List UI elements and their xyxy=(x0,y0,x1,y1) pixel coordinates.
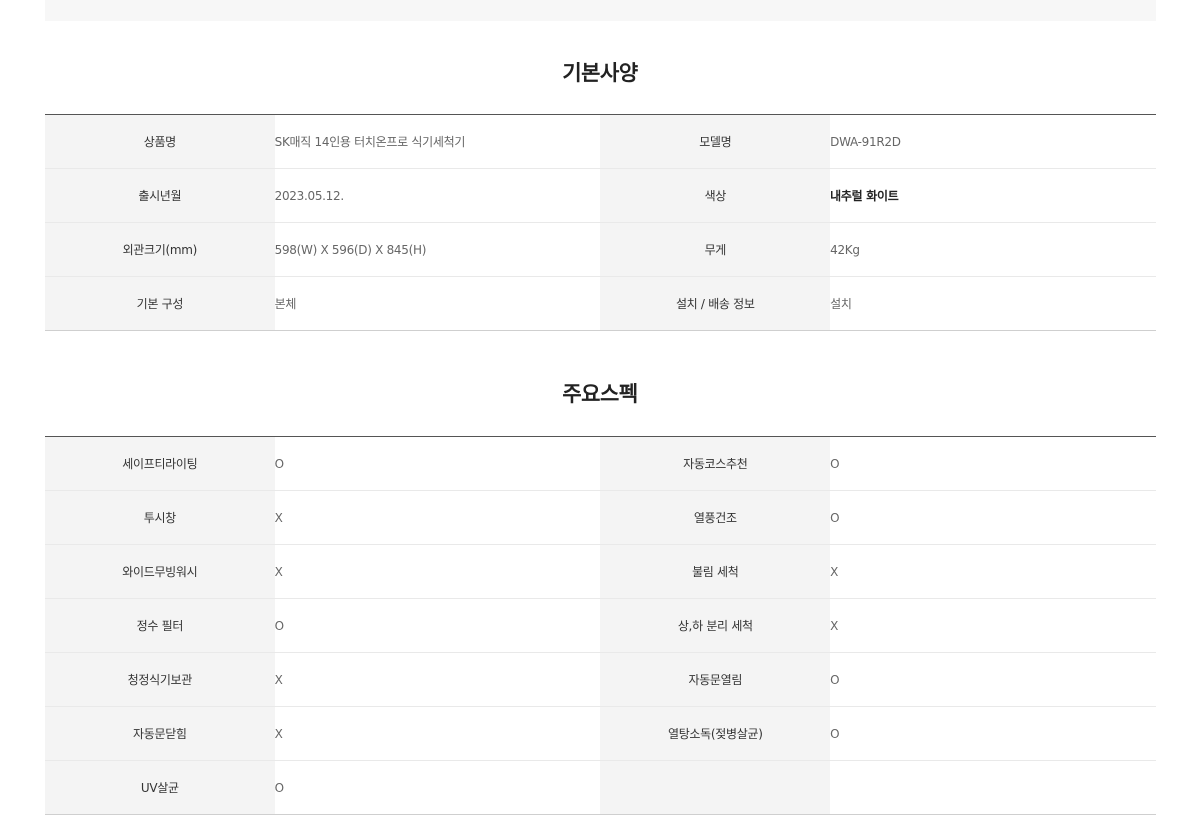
spec-label: 모델명 xyxy=(600,114,831,169)
table-row: 상품명 SK매직 14인용 터치온프로 식기세척기 모델명 DWA-91R2D xyxy=(45,114,1156,169)
spec-value: X xyxy=(830,598,1156,653)
spec-value: 2023.05.12. xyxy=(274,168,601,223)
spec-label: 기본 구성 xyxy=(45,276,275,331)
spec-value: X xyxy=(274,706,601,761)
empty-value-cell xyxy=(830,760,1156,815)
spec-value: 설치 xyxy=(830,276,1156,331)
spec-value: O xyxy=(274,760,601,815)
spec-label: 투시창 xyxy=(45,490,275,545)
table-row: 투시창 X 열풍건조 O xyxy=(45,490,1156,545)
table-row: 정수 필터 O 상,하 분리 세척 X xyxy=(45,598,1156,653)
spec-label: 상,하 분리 세척 xyxy=(600,598,831,653)
spec-value: O xyxy=(830,436,1156,491)
color-value: 내추럴 화이트 xyxy=(830,168,1156,223)
spec-value: X xyxy=(830,544,1156,599)
spec-label: UV살균 xyxy=(45,760,275,815)
table-row: UV살균 O xyxy=(45,760,1156,815)
spec-label: 색상 xyxy=(600,168,831,223)
spec-label: 상품명 xyxy=(45,114,275,169)
spec-label: 청정식기보관 xyxy=(45,652,275,707)
main-spec-table: 세이프티라이팅 O 자동코스추천 O 투시창 X 열풍건조 O 와이드무빙워시 … xyxy=(45,436,1156,815)
spec-value: 42Kg xyxy=(830,222,1156,277)
table-row: 기본 구성 본체 설치 / 배송 정보 설치 xyxy=(45,276,1156,331)
spec-label: 열풍건조 xyxy=(600,490,831,545)
spec-label: 자동문닫힘 xyxy=(45,706,275,761)
table-row: 청정식기보관 X 자동문열림 O xyxy=(45,652,1156,707)
spec-label: 외관크기(mm) xyxy=(45,222,275,277)
spec-label: 열탕소독(젖병살균) xyxy=(600,706,831,761)
spec-value: 598(W) X 596(D) X 845(H) xyxy=(274,222,601,277)
spec-label: 무게 xyxy=(600,222,831,277)
spec-label: 와이드무빙워시 xyxy=(45,544,275,599)
spec-label: 불림 세척 xyxy=(600,544,831,599)
empty-label-cell xyxy=(600,760,831,815)
spec-label: 설치 / 배송 정보 xyxy=(600,276,831,331)
top-band xyxy=(45,0,1156,21)
main-spec-title: 주요스펙 xyxy=(562,382,638,406)
table-row: 와이드무빙워시 X 불림 세척 X xyxy=(45,544,1156,599)
table-row: 외관크기(mm) 598(W) X 596(D) X 845(H) 무게 42K… xyxy=(45,222,1156,277)
spec-value: X xyxy=(274,490,601,545)
spec-value: X xyxy=(274,544,601,599)
spec-value: O xyxy=(830,490,1156,545)
spec-label: 자동문열림 xyxy=(600,652,831,707)
spec-label: 정수 필터 xyxy=(45,598,275,653)
spec-label: 출시년월 xyxy=(45,168,275,223)
table-row: 자동문닫힘 X 열탕소독(젖병살균) O xyxy=(45,706,1156,761)
spec-value: O xyxy=(830,652,1156,707)
spec-value: O xyxy=(274,436,601,491)
spec-value: O xyxy=(830,706,1156,761)
spec-label: 세이프티라이팅 xyxy=(45,436,275,491)
spec-value: SK매직 14인용 터치온프로 식기세척기 xyxy=(274,114,601,169)
spec-value: DWA-91R2D xyxy=(830,114,1156,169)
spec-value: 본체 xyxy=(274,276,601,331)
table-row: 세이프티라이팅 O 자동코스추천 O xyxy=(45,436,1156,491)
basic-spec-table: 상품명 SK매직 14인용 터치온프로 식기세척기 모델명 DWA-91R2D … xyxy=(45,114,1156,331)
table-row: 출시년월 2023.05.12. 색상 내추럴 화이트 xyxy=(45,168,1156,223)
basic-spec-title: 기본사양 xyxy=(562,61,638,85)
spec-value: X xyxy=(274,652,601,707)
spec-label: 자동코스추천 xyxy=(600,436,831,491)
spec-value: O xyxy=(274,598,601,653)
